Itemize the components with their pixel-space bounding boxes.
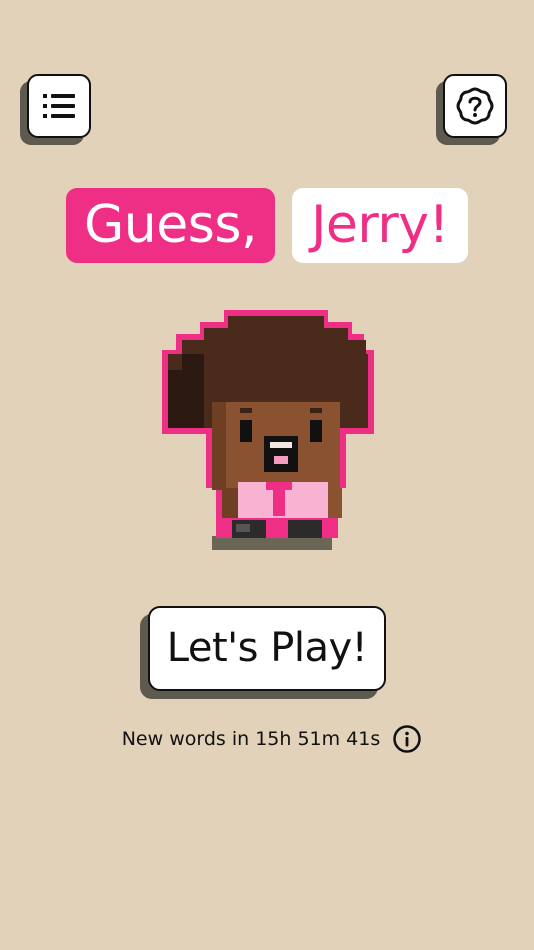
- countdown-text: New words in 15h 51m 41s: [121, 728, 381, 750]
- title-word-jerry: Jerry!: [292, 188, 468, 263]
- list-icon: [43, 94, 75, 118]
- help-badge-icon: [456, 87, 494, 125]
- lets-play-button[interactable]: Let's Play!: [148, 606, 386, 691]
- jerry-pixel-character: [162, 310, 374, 550]
- info-icon[interactable]: [392, 724, 422, 754]
- help-button[interactable]: [443, 74, 507, 138]
- countdown-row: New words in 15h 51m 41s: [0, 722, 534, 756]
- title-word-guess: Guess,: [66, 188, 275, 263]
- menu-button[interactable]: [27, 74, 91, 138]
